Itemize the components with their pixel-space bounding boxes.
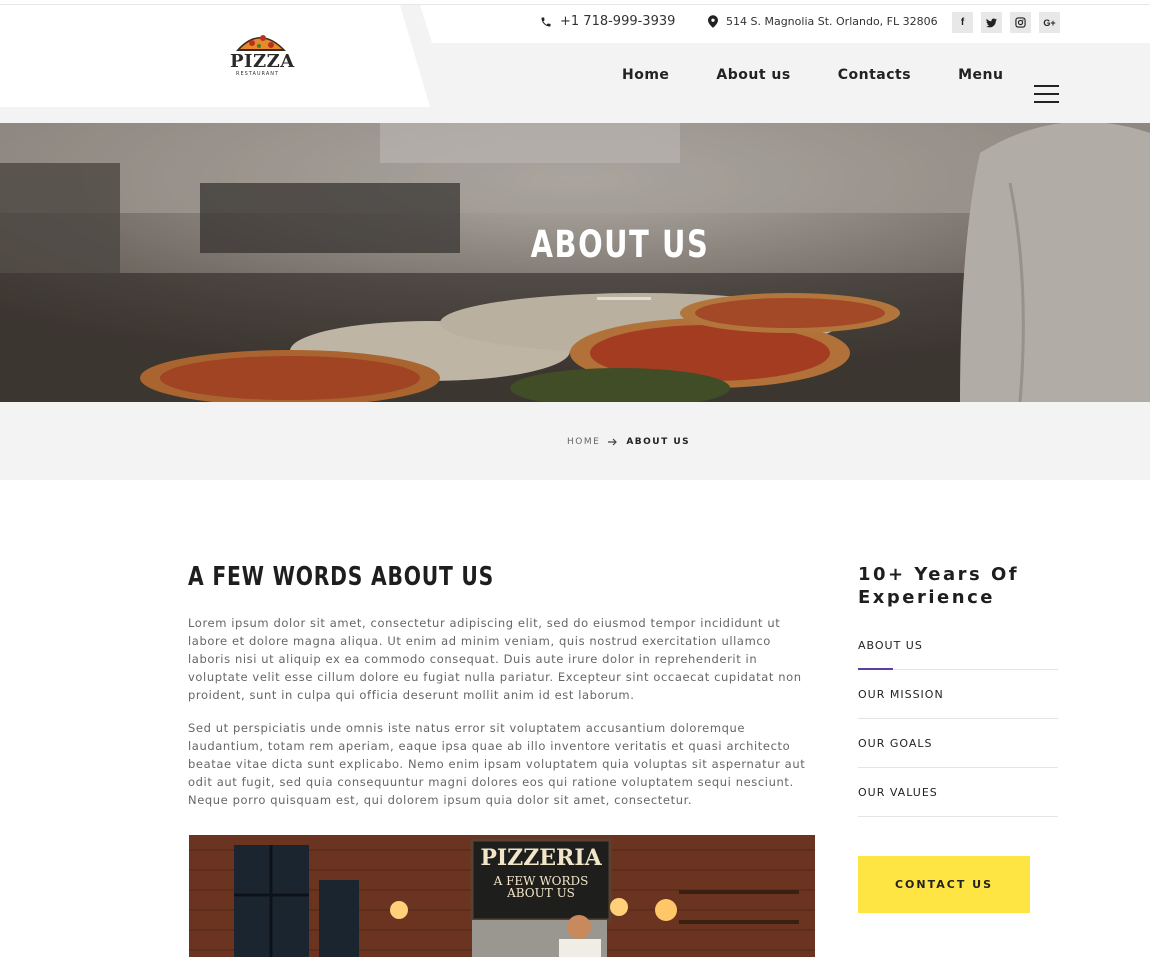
header-address[interactable]: 514 S. Magnolia St. Orlando, FL 32806 [708, 15, 938, 28]
breadcrumb-home[interactable]: HOME [567, 437, 600, 447]
sign-line-2: ABOUT US [507, 886, 575, 900]
address-text: 514 S. Magnolia St. Orlando, FL 32806 [726, 15, 938, 28]
social-links: f G+ [952, 12, 1060, 33]
section-title: A FEW WORDS ABOUT US [188, 562, 495, 592]
contact-us-button[interactable]: CONTACT US [858, 856, 1030, 913]
phone-number: +1 718-999-3939 [560, 14, 676, 29]
header-phone[interactable]: +1 718-999-3939 [540, 14, 675, 29]
sidebar-title: 10+ Years Of Experience [858, 564, 1020, 608]
facebook-icon[interactable]: f [952, 12, 973, 33]
instagram-camera-icon [1015, 17, 1026, 28]
site-header: PIZZA RESTAURANT +1 718-999-3939 514 S. … [0, 5, 1150, 123]
nav-item-contacts[interactable]: Contacts [836, 67, 911, 83]
hero-title: ABOUT US [530, 223, 710, 266]
nav-item-menu[interactable]: Menu [956, 67, 1003, 83]
twitter-bird-icon [986, 18, 997, 27]
hero-divider [597, 297, 651, 300]
instagram-icon[interactable] [1010, 12, 1031, 33]
sign-title: PIZZERIA [480, 845, 602, 871]
phone-icon [541, 17, 551, 26]
hamburger-menu-icon[interactable] [1034, 85, 1059, 103]
main-nav: Home About us Contacts Menu [620, 67, 1048, 83]
breadcrumb: HOME ABOUT US [567, 437, 690, 447]
about-paragraph-2: Sed ut perspiciatis unde omnis iste natu… [188, 721, 806, 807]
pizzeria-photo: PIZZERIA A FEW WORDS ABOUT US [189, 835, 815, 957]
pizza-logo[interactable]: PIZZA RESTAURANT [228, 29, 294, 79]
logo-word: PIZZA [230, 51, 295, 72]
google-plus-icon[interactable]: G+ [1039, 12, 1060, 33]
breadcrumb-current: ABOUT US [626, 437, 691, 447]
about-paragraph-1: Lorem ipsum dolor sit amet, consectetur … [188, 616, 802, 702]
logo-subtitle: RESTAURANT [236, 71, 280, 77]
arrow-right-icon [608, 438, 618, 446]
sidebar-item-our-values[interactable]: OUR VALUES [858, 768, 1058, 817]
sidebar-item-our-mission[interactable]: OUR MISSION [858, 670, 1058, 719]
sidebar-item-about-us[interactable]: ABOUT US [858, 621, 1058, 670]
hero-banner: ABOUT US [0, 123, 1150, 402]
nav-item-home[interactable]: Home [620, 67, 669, 83]
logo-panel [0, 5, 430, 107]
location-pin-icon [708, 15, 718, 28]
twitter-icon[interactable] [981, 12, 1002, 33]
sidebar-menu: ABOUT US OUR MISSION OUR GOALS OUR VALUE… [858, 621, 1058, 817]
sidebar-item-our-goals[interactable]: OUR GOALS [858, 719, 1058, 768]
breadcrumb-bar: HOME ABOUT US [0, 402, 1150, 480]
nav-item-about-us[interactable]: About us [714, 67, 790, 83]
